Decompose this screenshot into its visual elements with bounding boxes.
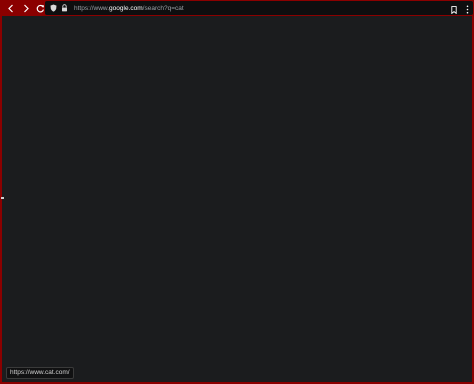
chevron-right-icon [22, 4, 30, 13]
bookmark-button[interactable] [449, 3, 459, 14]
reload-icon [36, 4, 45, 13]
page-content[interactable] [2, 16, 472, 382]
browser-toolbar: https://www.google.com/search?q=cat [2, 0, 474, 16]
url-suffix: /search?q=cat [142, 4, 184, 12]
shield-icon[interactable] [49, 3, 58, 13]
kebab-menu-icon [466, 0, 469, 18]
forward-button[interactable] [18, 0, 33, 16]
url-prefix: https://www. [74, 4, 110, 12]
menu-button[interactable] [463, 3, 471, 13]
bookmark-icon [451, 0, 457, 18]
url-text[interactable]: https://www.google.com/search?q=cat [74, 5, 184, 12]
back-button[interactable] [3, 0, 18, 16]
scroll-edge-marker [1, 197, 4, 199]
url-domain: google.com [109, 4, 143, 12]
link-status-tooltip: https://www.cat.com/ [6, 367, 74, 379]
lock-icon[interactable] [60, 3, 69, 13]
browser-window: https://www.google.com/search?q=cat http… [0, 0, 474, 384]
address-bar[interactable]: https://www.google.com/search?q=cat [45, 1, 473, 15]
chevron-left-icon [7, 4, 15, 13]
